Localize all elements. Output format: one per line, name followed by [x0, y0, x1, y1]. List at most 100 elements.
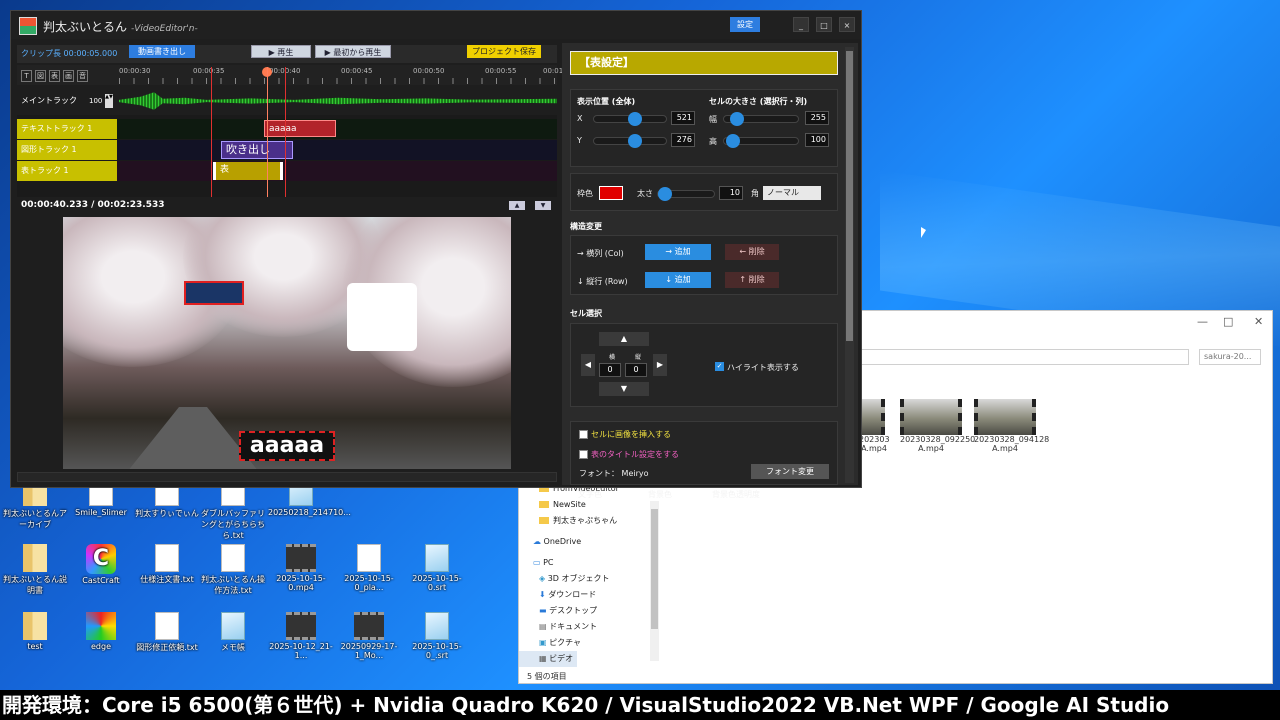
y-value[interactable]: 276: [671, 133, 695, 147]
border-color-swatch[interactable]: [599, 186, 623, 200]
row-label: ↓ 縦行 (Row): [577, 277, 628, 286]
cell-down-button[interactable]: ▼: [599, 382, 649, 396]
video-preview[interactable]: aaaaa: [63, 217, 511, 469]
overlay-rectangle[interactable]: [184, 281, 244, 305]
nav-item[interactable]: ▬ デスクトップ: [519, 603, 661, 619]
nav-item-pc[interactable]: ▭ PC: [519, 555, 661, 571]
nav-item-onedrive[interactable]: ☁ OneDrive: [519, 534, 661, 550]
desktop-icon-label: test: [27, 642, 43, 651]
play-from-start-button[interactable]: ▶ 最初から再生: [315, 45, 391, 58]
width-slider[interactable]: [723, 112, 799, 126]
nav-item[interactable]: ▣ ピクチャ: [519, 635, 661, 651]
cell-right-button[interactable]: ▶: [653, 354, 667, 376]
minimize-icon[interactable]: —: [1197, 315, 1208, 328]
shape-track[interactable]: 図形トラック 1 吹き出し: [17, 140, 557, 160]
image-tool-button[interactable]: 画: [63, 70, 74, 82]
doc-file-icon: [357, 544, 381, 572]
minimize-button[interactable]: _: [793, 17, 809, 32]
play-button[interactable]: ▶ 再生: [251, 45, 311, 58]
maximize-button[interactable]: □: [816, 17, 832, 32]
slider-knob[interactable]: [726, 134, 740, 148]
slider-knob[interactable]: [628, 112, 642, 126]
close-button[interactable]: ×: [839, 17, 855, 32]
slider-knob[interactable]: [628, 134, 642, 148]
title-setting-checkbox[interactable]: [579, 450, 588, 459]
nav-item[interactable]: ⬇ ダウンロード: [519, 587, 661, 603]
shape-clip[interactable]: 吹き出し: [221, 141, 293, 159]
desktop-icon[interactable]: メモ帳: [200, 612, 266, 653]
nav-scrollbar[interactable]: [650, 501, 659, 661]
export-video-button[interactable]: 動画書き出し: [129, 45, 195, 58]
thickness-value[interactable]: 10: [719, 186, 743, 200]
scroll-down-button[interactable]: ▼: [535, 201, 551, 210]
cell-left-button[interactable]: ◀: [581, 354, 595, 376]
desktop-icon[interactable]: 2025-10-15-0.srt: [404, 544, 470, 592]
desktop-icon[interactable]: C CastCraft: [68, 544, 134, 585]
corner-select[interactable]: ノーマル: [763, 186, 821, 200]
desktop-icon[interactable]: 仕様注文書.txt: [134, 544, 200, 585]
y-slider[interactable]: [593, 134, 667, 148]
add-row-button[interactable]: ↓ 追加: [645, 272, 711, 288]
close-icon[interactable]: ✕: [1254, 315, 1263, 328]
shape-tool-button[interactable]: 図: [35, 70, 46, 82]
nav-item[interactable]: ▤ ドキュメント: [519, 619, 661, 635]
overlay-text[interactable]: aaaaa: [239, 431, 335, 461]
yoko-value[interactable]: 0: [599, 363, 621, 377]
desktop-icon-label: 2025-10-15-0.mp4: [276, 574, 326, 592]
slider-knob[interactable]: [730, 112, 744, 126]
delete-column-button[interactable]: ← 削除: [725, 244, 779, 260]
table-track[interactable]: 表トラック 1 表: [17, 161, 557, 181]
desktop-icon[interactable]: 判太ぶいとるん説明書: [2, 544, 68, 596]
highlight-checkbox[interactable]: ✓: [715, 362, 724, 371]
text-tool-button[interactable]: T: [21, 70, 32, 82]
desktop-icon-label: CastCraft: [82, 576, 120, 585]
text-track[interactable]: テキストトラック 1 aaaaa: [17, 119, 557, 139]
desktop-icon[interactable]: test: [2, 612, 68, 651]
settings-button[interactable]: 設定: [730, 17, 760, 32]
delete-row-button[interactable]: ↑ 削除: [725, 272, 779, 288]
width-value[interactable]: 255: [805, 111, 829, 125]
tate-value[interactable]: 0: [625, 363, 647, 377]
nav-item-video[interactable]: ▦ ビデオ: [519, 651, 577, 667]
timeline-ruler[interactable]: T 図 表 画 音 00:00:30 00:00:35 00:00:40 00:…: [17, 65, 563, 85]
title-setting-label: 表のタイトル設定をする: [591, 450, 679, 459]
table-tool-button[interactable]: 表: [49, 70, 60, 82]
x-value[interactable]: 521: [671, 111, 695, 125]
main-track[interactable]: メイントラック 100 ▲▼: [17, 87, 557, 115]
desktop-icon[interactable]: 20250929-17-1_Mo...: [336, 612, 402, 660]
audio-tool-button[interactable]: 音: [77, 70, 88, 82]
desktop-icon[interactable]: 判太ぶいとるん操作方法.txt: [200, 544, 266, 596]
height-slider[interactable]: [723, 134, 799, 148]
table-clip[interactable]: 表: [213, 162, 283, 180]
text-clip[interactable]: aaaaa: [264, 120, 336, 137]
insert-image-checkbox[interactable]: [579, 430, 588, 439]
thickness-slider[interactable]: [657, 187, 715, 201]
desktop-icon[interactable]: edge: [68, 612, 134, 651]
scroll-up-button[interactable]: ▲: [509, 201, 525, 210]
slider-knob[interactable]: [658, 187, 672, 201]
maximize-icon[interactable]: □: [1223, 315, 1233, 328]
x-slider[interactable]: [593, 112, 667, 126]
nav-item[interactable]: 判太きゃぷちゃん: [519, 513, 661, 529]
desktop-icon[interactable]: 2025-10-15-0_.srt: [404, 612, 470, 660]
address-bar[interactable]: [859, 349, 1189, 365]
add-column-button[interactable]: → 追加: [645, 244, 711, 260]
change-font-button[interactable]: フォント変更: [751, 464, 829, 479]
desktop-icon[interactable]: 図形修正依頼.txt: [134, 612, 200, 653]
search-input[interactable]: sakura-20...: [1199, 349, 1261, 365]
panel-scrollbar[interactable]: [845, 47, 854, 483]
file-item[interactable]: 20230328_094128 A.mp4: [974, 399, 1049, 453]
horizontal-scrollbar[interactable]: [17, 472, 557, 482]
nav-item[interactable]: ◈ 3D オブジェクト: [519, 571, 661, 587]
save-project-button[interactable]: プロジェクト保存: [467, 45, 541, 58]
volume-spinner[interactable]: ▲▼: [105, 94, 113, 108]
desktop-icon[interactable]: 2025-10-12_21-1...: [268, 612, 334, 660]
cell-up-button[interactable]: ▲: [599, 332, 649, 346]
desktop-icon[interactable]: 2025-10-15-0.mp4: [268, 544, 334, 592]
desktop-icon[interactable]: 2025-10-15-0_pla...: [336, 544, 402, 592]
yoko-label: 横: [609, 354, 616, 361]
title-bar[interactable]: 判太ぶいとるん -VideoEditor'n- 設定 _ □ ×: [11, 11, 861, 39]
overlay-white-box[interactable]: [347, 283, 417, 351]
file-item[interactable]: 20230328_092250 A.mp4: [900, 399, 975, 453]
height-value[interactable]: 100: [805, 133, 829, 147]
